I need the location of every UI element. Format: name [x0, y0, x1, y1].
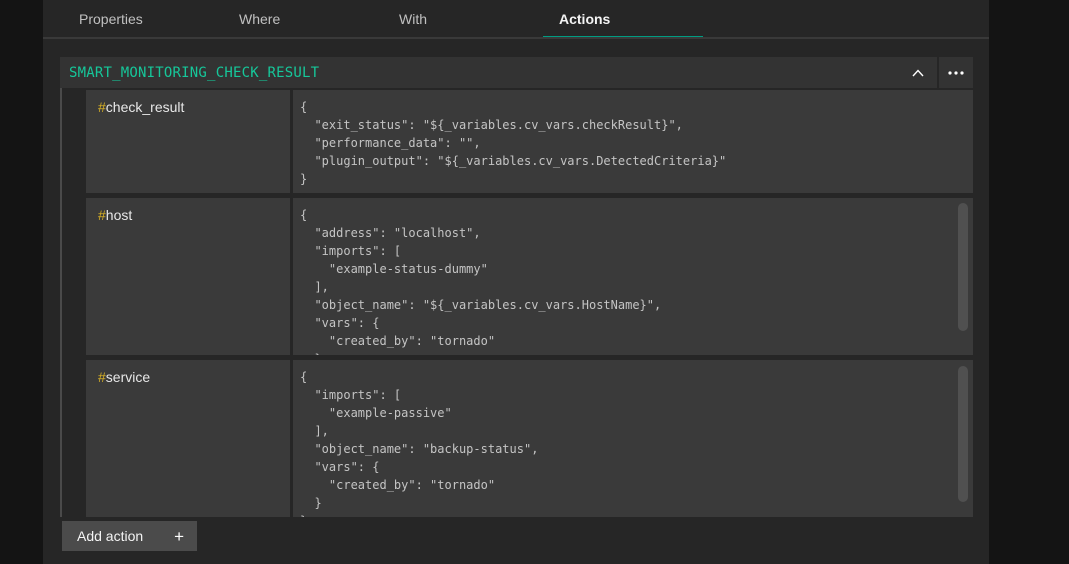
tab-properties[interactable]: Properties: [63, 0, 223, 37]
add-action-label: Add action: [77, 528, 174, 544]
json-editor-host[interactable]: { "address": "localhost", "imports": [ "…: [293, 198, 973, 355]
card-indent-line: [60, 88, 62, 517]
action-key-label: service: [106, 369, 150, 385]
collapse-button[interactable]: [899, 57, 937, 88]
action-key-label: host: [106, 207, 132, 223]
actions-panel: Properties Where With Actions SMART_MONI…: [43, 0, 989, 564]
tab-actions-label: Actions: [559, 11, 610, 27]
tab-where-label: Where: [239, 11, 280, 27]
json-code: { "imports": [ "example-passive" ], "obj…: [293, 360, 973, 517]
overflow-menu-button[interactable]: [939, 57, 973, 88]
action-card-header-bar[interactable]: SMART_MONITORING_CHECK_RESULT: [60, 57, 937, 88]
tab-properties-label: Properties: [79, 11, 143, 27]
tab-actions[interactable]: Actions: [543, 0, 703, 37]
scrollbar-thumb[interactable]: [958, 366, 968, 502]
action-card-title: SMART_MONITORING_CHECK_RESULT: [69, 65, 899, 81]
action-key-label: check_result: [106, 99, 185, 115]
hash-prefix: #: [98, 369, 106, 385]
json-code: { "address": "localhost", "imports": [ "…: [293, 198, 973, 355]
action-key-check-result: #check_result: [86, 90, 290, 193]
json-editor-check-result[interactable]: { "exit_status": "${_variables.cv_vars.c…: [293, 90, 973, 193]
action-card-header: SMART_MONITORING_CHECK_RESULT: [60, 57, 973, 88]
tab-with-label: With: [399, 11, 427, 27]
tab-where[interactable]: Where: [223, 0, 383, 37]
rule-editor-screen: Properties Where With Actions SMART_MONI…: [0, 0, 1069, 564]
tabbar-divider: [43, 37, 989, 39]
json-code: { "exit_status": "${_variables.cv_vars.c…: [293, 90, 973, 188]
tab-with[interactable]: With: [383, 0, 543, 37]
add-action-button[interactable]: Add action +: [62, 521, 197, 551]
ellipsis-icon: [948, 71, 964, 75]
tab-bar: Properties Where With Actions: [43, 0, 989, 37]
chevron-up-icon: [912, 69, 924, 77]
hash-prefix: #: [98, 207, 106, 223]
json-editor-service[interactable]: { "imports": [ "example-passive" ], "obj…: [293, 360, 973, 517]
hash-prefix: #: [98, 99, 106, 115]
plus-icon: +: [174, 528, 184, 545]
scrollbar-thumb[interactable]: [958, 203, 968, 331]
action-key-service: #service: [86, 360, 290, 517]
action-key-host: #host: [86, 198, 290, 355]
